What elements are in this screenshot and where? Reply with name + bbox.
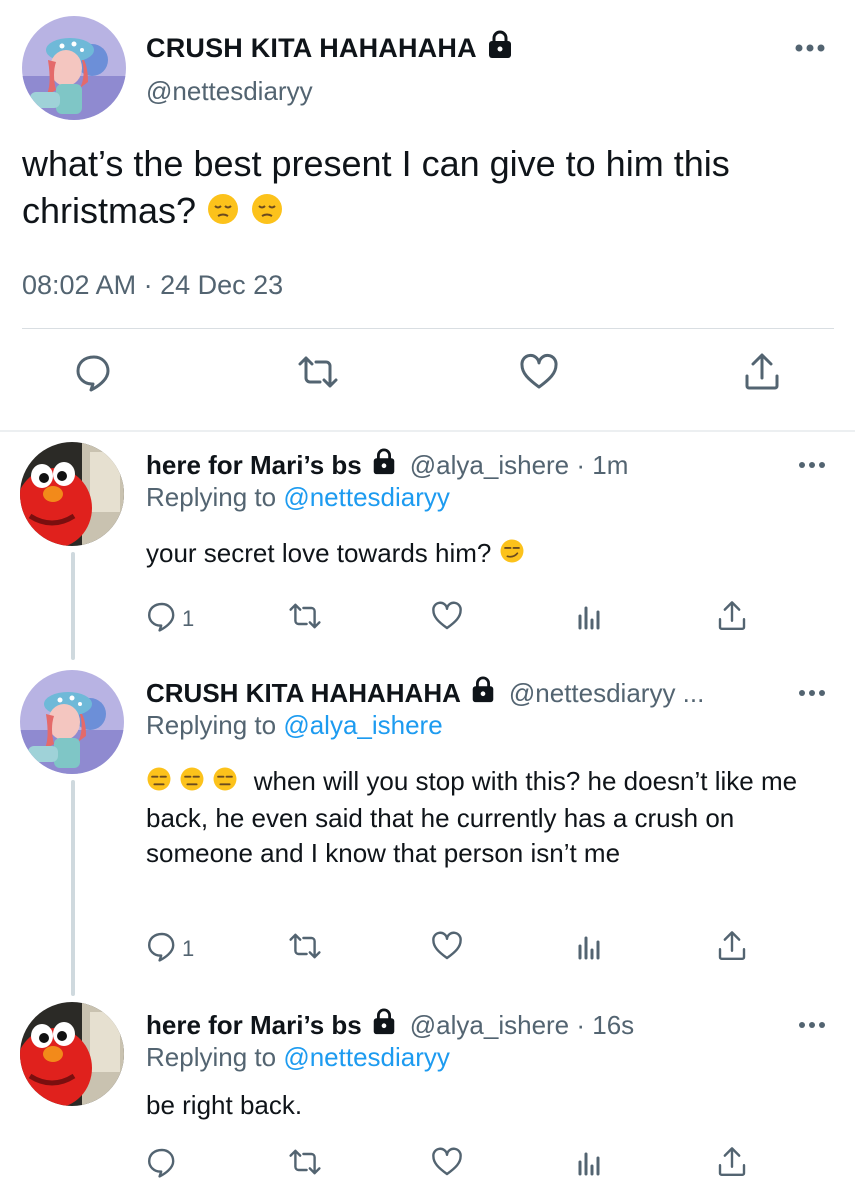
tweet-actions	[0, 352, 855, 408]
like-icon[interactable]	[519, 352, 559, 397]
pensive-face-icon	[206, 190, 240, 237]
reply-actions: 1	[0, 600, 855, 640]
replying-to: Replying to @alya_ishere	[146, 710, 443, 741]
reply-actions: 1	[0, 930, 855, 970]
pensive-face-icon	[250, 190, 284, 237]
reply-handle[interactable]: @alya_ishere · 1m	[410, 450, 629, 481]
expressionless-face-icon	[212, 766, 238, 801]
like-icon[interactable]	[431, 600, 463, 632]
more-options-icon[interactable]	[799, 456, 825, 474]
reply-header: CRUSH KITA HAHAHAHA @nettesdiaryy ...	[146, 676, 704, 711]
tweet-text: what’s the best present I can give to hi…	[22, 140, 832, 237]
lock-icon	[485, 30, 515, 67]
reply-header: here for Mari’s bs @alya_ishere · 1m	[146, 448, 628, 483]
reply-tweet[interactable]: here for Mari’s bs @alya_ishere · 16s Re…	[0, 1000, 855, 1200]
reply-body-line1: when will you stop with this? he doesn’t	[253, 766, 708, 796]
analytics-icon[interactable]	[574, 600, 606, 632]
share-icon[interactable]	[742, 352, 782, 397]
like-icon[interactable]	[431, 930, 463, 962]
analytics-icon[interactable]	[574, 930, 606, 962]
share-icon[interactable]	[716, 930, 748, 962]
reply-icon[interactable]	[74, 352, 114, 397]
expressionless-face-icon	[146, 766, 172, 801]
retweet-icon[interactable]	[287, 930, 323, 962]
avatar-alya-ishere[interactable]	[20, 1002, 124, 1106]
reply-text: when will you stop with this? he doesn’t…	[146, 764, 826, 871]
reply-display-name[interactable]: here for Mari’s bs	[146, 450, 362, 481]
reply-icon[interactable]	[146, 930, 178, 967]
reply-header: here for Mari’s bs @alya_ishere · 16s	[146, 1008, 634, 1043]
reply-count: 1	[182, 935, 195, 961]
share-icon[interactable]	[716, 1146, 748, 1178]
reply-handle[interactable]: @nettesdiaryy ...	[509, 678, 704, 709]
reply-body: be right back.	[146, 1090, 303, 1120]
handle[interactable]: @nettesdiaryy	[146, 76, 313, 107]
divider	[22, 328, 834, 329]
analytics-icon[interactable]	[574, 1146, 606, 1178]
reply-display-name[interactable]: here for Mari’s bs	[146, 1010, 362, 1041]
reply-count: 1	[182, 605, 195, 631]
section-divider	[0, 430, 855, 432]
retweet-icon[interactable]	[296, 352, 340, 397]
display-name[interactable]: CRUSH KITA HAHAHAHA	[146, 30, 515, 67]
like-icon[interactable]	[431, 1146, 463, 1178]
reply-icon[interactable]	[146, 600, 178, 637]
lock-icon	[370, 448, 398, 483]
mention-link[interactable]: @nettesdiaryy	[283, 482, 450, 512]
reply-tweet[interactable]: CRUSH KITA HAHAHAHA @nettesdiaryy ... Re…	[0, 668, 855, 988]
avatar-alya-ishere[interactable]	[20, 442, 124, 546]
reply-actions	[0, 1146, 855, 1186]
reply-action[interactable]: 1	[146, 930, 194, 967]
replying-to: Replying to @nettesdiaryy	[146, 1042, 450, 1073]
mention-link[interactable]: @alya_ishere	[283, 710, 442, 740]
replying-to: Replying to @nettesdiaryy	[146, 482, 450, 513]
replying-prefix: Replying to	[146, 1042, 277, 1072]
retweet-icon[interactable]	[287, 1146, 323, 1178]
reply-display-name[interactable]: CRUSH KITA HAHAHAHA	[146, 678, 461, 709]
reply-handle[interactable]: @alya_ishere · 16s	[410, 1010, 634, 1041]
lock-icon	[370, 1008, 398, 1043]
share-icon[interactable]	[716, 600, 748, 632]
main-tweet: CRUSH KITA HAHAHAHA @nettesdiaryy what’s…	[0, 0, 855, 430]
lock-icon	[469, 676, 497, 711]
reply-icon[interactable]	[146, 1146, 178, 1178]
reply-body: your secret love towards him?	[146, 538, 492, 568]
reply-tweet[interactable]: here for Mari’s bs @alya_ishere · 1m Rep…	[0, 440, 855, 660]
more-options-icon[interactable]	[795, 40, 825, 58]
avatar-nettesdiaryy[interactable]	[20, 670, 124, 774]
tweet-body: what’s the best present I can give to hi…	[22, 143, 730, 231]
avatar-nettesdiaryy[interactable]	[22, 16, 126, 120]
reply-action[interactable]: 1	[146, 600, 194, 637]
more-options-icon[interactable]	[799, 1016, 825, 1034]
retweet-icon[interactable]	[287, 600, 323, 632]
tweet-timestamp[interactable]: 08:02 AM · 24 Dec 23	[22, 270, 283, 301]
replying-prefix: Replying to	[146, 710, 277, 740]
replying-prefix: Replying to	[146, 482, 277, 512]
expressionless-face-icon	[179, 766, 205, 801]
smirking-face-icon	[499, 538, 525, 573]
reply-text: your secret love towards him?	[146, 536, 826, 573]
reply-text: be right back.	[146, 1088, 826, 1123]
display-name-text: CRUSH KITA HAHAHAHA	[146, 33, 477, 63]
mention-link[interactable]: @nettesdiaryy	[283, 1042, 450, 1072]
more-options-icon[interactable]	[799, 684, 825, 702]
